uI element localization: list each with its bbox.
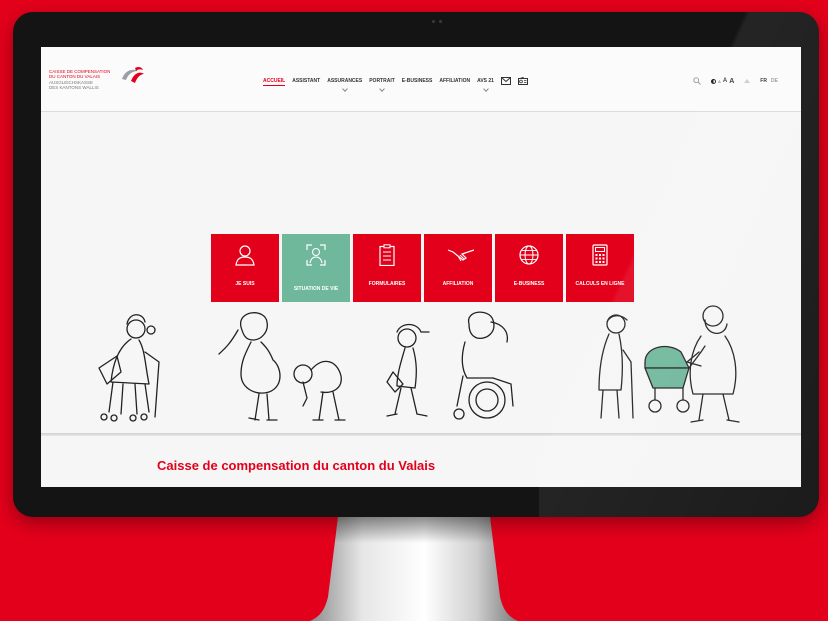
tile-affiliation[interactable]: AFFILIATION [424, 234, 492, 302]
envelope-icon[interactable] [500, 77, 511, 85]
nav-item-assurances[interactable]: ASSURANCES [327, 77, 363, 92]
monitor-bezel: CAISSE DE COMPENSATION DU CANTON DU VALA… [13, 12, 819, 517]
logo-text: DES KANTONS WALLIS [49, 85, 99, 90]
person-icon [235, 245, 255, 266]
chevron-down-icon [379, 86, 385, 92]
tile-calculs-en-ligne[interactable]: CALCULS EN LIGNE [566, 234, 634, 302]
nav-item-affiliation[interactable]: AFFILIATION [439, 77, 470, 85]
tile-e-business[interactable]: E-BUSINESS [495, 234, 563, 302]
tile-label: AFFILIATION [442, 281, 474, 287]
tile-situation-de-vie[interactable]: SITUATION DE VIE [282, 234, 350, 302]
language-fr-link[interactable]: FR [760, 78, 767, 84]
boy-illustration [386, 323, 430, 417]
hero-illustration [98, 305, 740, 423]
tile-label: FORMULAIRES [368, 281, 406, 287]
chevron-down-icon [482, 86, 489, 92]
handshake-icon [447, 249, 474, 262]
chevron-down-icon [341, 86, 348, 92]
bearded-man-illustration [686, 305, 740, 423]
clipboard-icon [379, 244, 395, 266]
font-size-medium-button[interactable]: A [723, 78, 727, 84]
face-scan-icon [306, 244, 326, 266]
nav-label: ASSISTANT [292, 78, 321, 84]
nav-item-avs21[interactable]: AVS 21 [477, 77, 494, 92]
wheelchair-user-illustration [453, 311, 514, 420]
tile-label: SITUATION DE VIE [293, 286, 339, 292]
globe-icon [519, 245, 539, 265]
search-icon[interactable] [693, 77, 701, 85]
page-heading: Caisse de compensation du canton du Vala… [157, 457, 436, 473]
logo-text: DU CANTON DU VALAIS [49, 74, 101, 79]
nav-label: AFFILIATION [439, 78, 471, 84]
nav-label: AVS 21 [477, 78, 494, 84]
nav-item-portrait[interactable]: PORTRAIT [369, 77, 395, 92]
quick-access-tiles: JE SUIS SITUATION DE VIE FORMULAIRES AFF… [211, 234, 634, 302]
calculator-icon [592, 244, 608, 266]
section-divider [41, 433, 801, 436]
logo-mark-icon [122, 66, 144, 83]
monitor-stand [310, 517, 518, 621]
pregnant-woman-illustration [218, 312, 281, 421]
tile-je-suis[interactable]: JE SUIS [211, 234, 279, 302]
radio-icon[interactable] [517, 77, 528, 85]
font-size-large-button[interactable]: A [729, 78, 734, 85]
elderly-woman-illustration [98, 314, 160, 422]
language-de-link[interactable]: DE [771, 78, 778, 84]
tile-label: JE SUIS [235, 281, 255, 287]
baby-stroller-illustration [644, 345, 706, 413]
accessibility-controls: A A A [711, 78, 734, 85]
person-icon [744, 79, 751, 83]
tile-label: CALCULS EN LIGNE [575, 281, 625, 287]
nav-label: PORTRAIT [369, 78, 395, 84]
elderly-man-with-cane-illustration [598, 314, 634, 419]
header-tools: A A A FR DE [693, 77, 778, 85]
nav-label: ASSURANCES [327, 78, 363, 84]
nav-item-assistant[interactable]: ASSISTANT [292, 77, 320, 85]
nav-label: ACCUEIL [263, 77, 286, 84]
language-switcher: FR DE [760, 78, 778, 84]
contrast-toggle-icon[interactable] [711, 78, 716, 84]
site-header: CAISSE DE COMPENSATION DU CANTON DU VALA… [41, 47, 801, 112]
website-screen: CAISSE DE COMPENSATION DU CANTON DU VALA… [41, 47, 801, 487]
main-navigation: ACCUEIL ASSISTANT ASSURANCES PORTRAIT E-… [263, 75, 528, 92]
logo[interactable]: CAISSE DE COMPENSATION DU CANTON DU VALA… [49, 65, 149, 101]
tile-label: E-BUSINESS [513, 281, 545, 287]
nav-label: E-BUSINESS [401, 78, 433, 84]
tile-formulaires[interactable]: FORMULAIRES [353, 234, 421, 302]
camera-icon [429, 20, 445, 23]
elderly-man-illustration [293, 360, 346, 421]
nav-item-accueil[interactable]: ACCUEIL [263, 77, 286, 86]
nav-item-e-business[interactable]: E-BUSINESS [402, 77, 433, 85]
font-size-small-button[interactable]: A [718, 79, 721, 84]
